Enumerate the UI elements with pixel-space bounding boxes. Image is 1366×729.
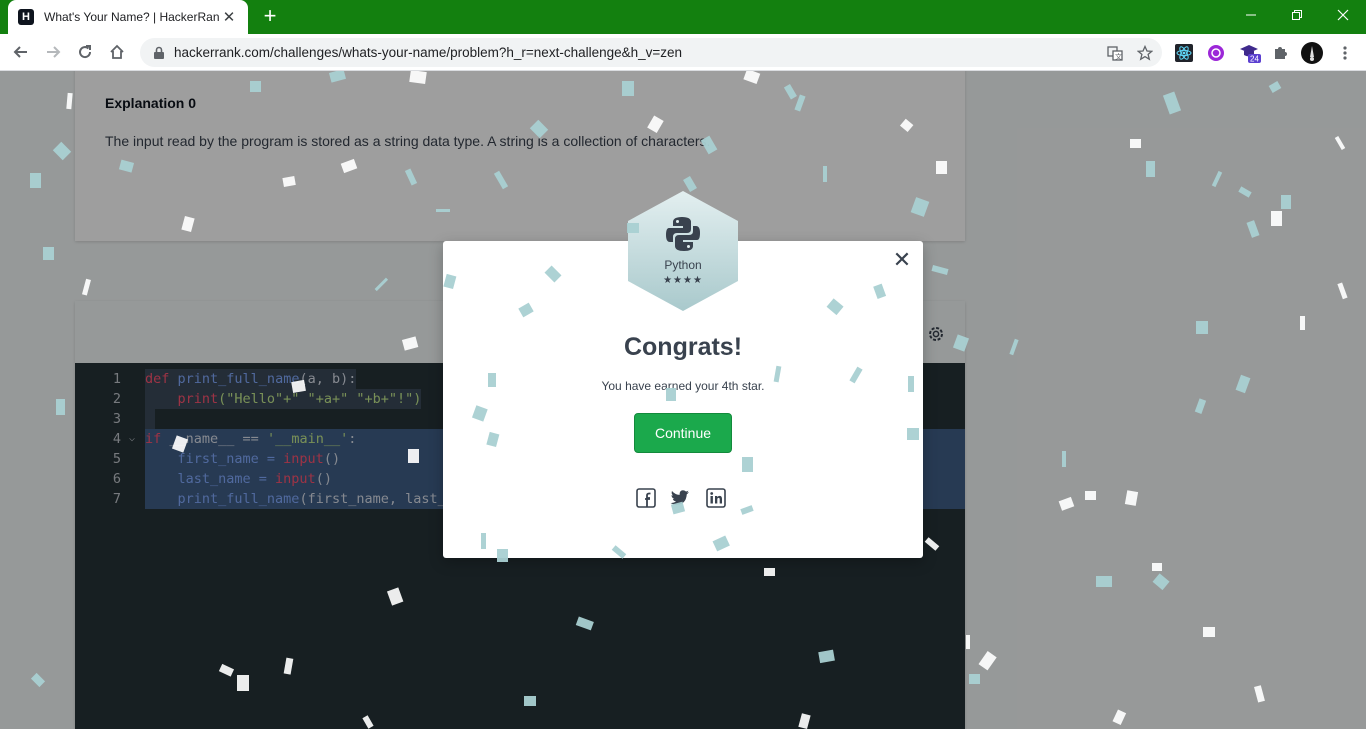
address-bar[interactable]: hackerrank.com/challenges/whats-your-nam… bbox=[140, 38, 1162, 67]
modal-subtitle: You have earned your 4th star. bbox=[601, 379, 765, 393]
forward-button[interactable] bbox=[40, 39, 66, 65]
facebook-icon[interactable] bbox=[635, 487, 657, 509]
bookmark-star-icon[interactable] bbox=[1132, 40, 1158, 66]
badge-language-label: Python bbox=[664, 258, 702, 272]
new-tab-button[interactable]: + bbox=[258, 4, 282, 28]
twitter-icon[interactable] bbox=[669, 487, 691, 509]
tab-close-icon[interactable]: ✕ bbox=[220, 8, 238, 26]
restore-icon bbox=[1292, 10, 1302, 20]
minimize-button[interactable] bbox=[1228, 0, 1274, 30]
python-badge bbox=[628, 191, 738, 311]
continue-button[interactable]: Continue bbox=[634, 413, 732, 453]
browser-tab[interactable]: What's Your Name? | HackerRank ✕ bbox=[8, 0, 248, 34]
close-icon bbox=[1337, 9, 1349, 21]
extensions-puzzle-icon[interactable] bbox=[1268, 41, 1292, 65]
minimize-icon bbox=[1246, 14, 1256, 16]
tab-title: What's Your Name? | HackerRank bbox=[44, 10, 220, 24]
arrow-right-icon bbox=[47, 46, 61, 58]
reload-button[interactable] bbox=[72, 39, 98, 65]
back-button[interactable] bbox=[8, 39, 34, 65]
home-button[interactable] bbox=[104, 39, 130, 65]
graduation-cap-icon[interactable]: 24 bbox=[1238, 41, 1262, 65]
window-controls bbox=[1228, 0, 1366, 30]
lock-icon bbox=[154, 46, 164, 59]
linkedin-icon[interactable] bbox=[705, 487, 727, 509]
url-text: hackerrank.com/challenges/whats-your-nam… bbox=[174, 45, 683, 60]
modal-close-icon[interactable]: ✕ bbox=[891, 249, 913, 271]
modal-title: Congrats! bbox=[623, 333, 743, 361]
svg-text:文: 文 bbox=[1115, 52, 1122, 61]
profile-avatar[interactable] bbox=[1300, 41, 1324, 65]
browser-toolbar: hackerrank.com/challenges/whats-your-nam… bbox=[0, 34, 1366, 71]
reload-icon bbox=[79, 45, 92, 59]
react-devtools-icon[interactable] bbox=[1172, 41, 1196, 65]
browser-menu-icon[interactable] bbox=[1333, 41, 1357, 65]
badge-stars: ★★★★ bbox=[663, 275, 703, 286]
browser-titlebar: What's Your Name? | HackerRank ✕ + bbox=[0, 0, 1366, 34]
hackerrank-favicon-icon bbox=[18, 9, 34, 25]
translate-icon[interactable]: 文 bbox=[1102, 40, 1128, 66]
arrow-left-icon bbox=[13, 46, 27, 58]
extension-circle-icon[interactable] bbox=[1204, 41, 1228, 65]
extension-badge-count: 24 bbox=[1250, 55, 1259, 64]
close-window-button[interactable] bbox=[1320, 0, 1366, 30]
restore-button[interactable] bbox=[1274, 0, 1320, 30]
home-icon bbox=[110, 44, 124, 59]
